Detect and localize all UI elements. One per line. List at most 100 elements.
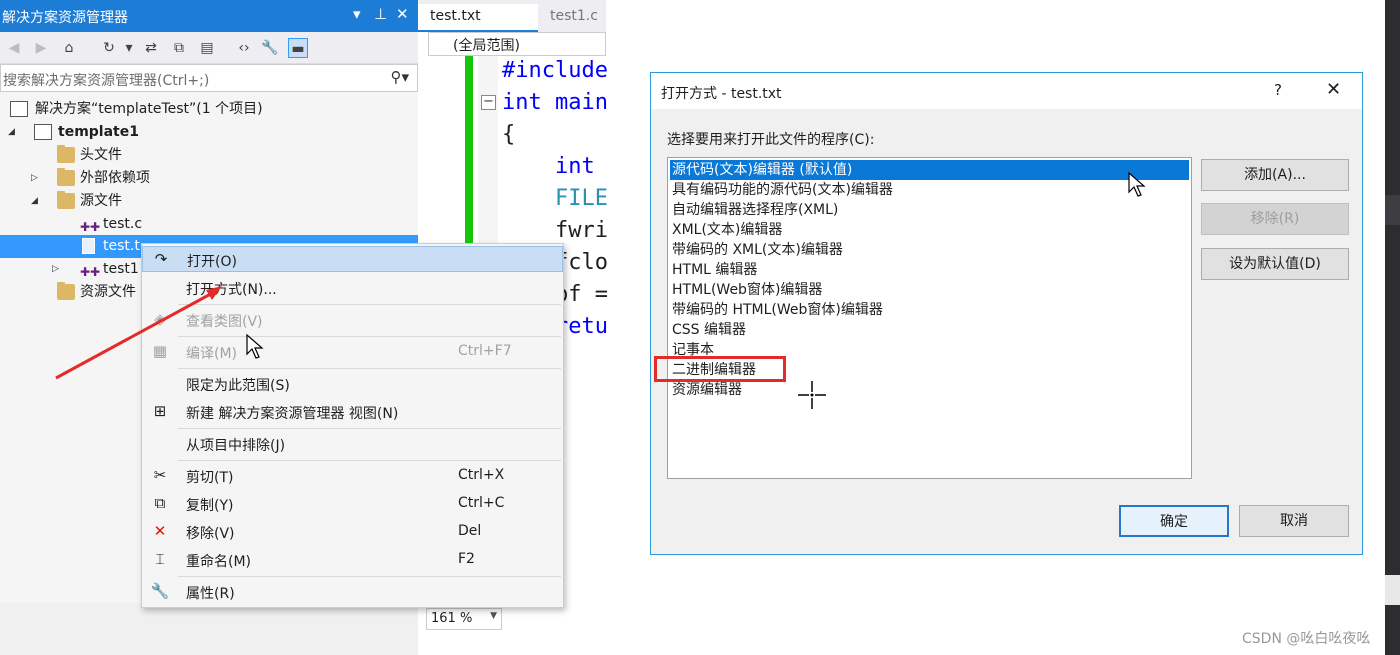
chevron-down-icon[interactable]: ▼	[490, 611, 497, 621]
list-item[interactable]: HTML(Web窗体)编辑器	[670, 280, 1189, 300]
tab-test-txt[interactable]: test.txt	[418, 4, 538, 32]
tree-item-label: test.t	[103, 238, 140, 254]
tree-item-test1[interactable]: ▷ ✚✚ test1	[0, 258, 150, 281]
list-item[interactable]: XML(文本)编辑器	[670, 220, 1189, 240]
help-icon[interactable]: ?	[1274, 81, 1282, 99]
list-item[interactable]: 具有编码功能的源代码(文本)编辑器	[670, 180, 1189, 200]
tree-item-label: 外部依赖项	[80, 170, 150, 186]
list-item[interactable]: 源代码(文本)编辑器 (默认值)	[670, 160, 1189, 180]
list-item[interactable]: 资源编辑器	[670, 380, 1189, 400]
scope-dropdown[interactable]: (全局范围)	[428, 32, 606, 56]
show-all-files-icon[interactable]: ▤	[197, 38, 217, 58]
tree-item-external-deps[interactable]: ▷ 外部依赖项	[0, 167, 418, 190]
list-item[interactable]: HTML 编辑器	[670, 260, 1189, 280]
panel-title: 解决方案资源管理器	[2, 10, 128, 26]
zoom-value: 161 %	[431, 611, 473, 626]
cpp-file-icon: ✚✚	[80, 220, 101, 234]
collapsed-arrow-icon[interactable]: ▷	[52, 258, 64, 281]
background-panel-edge	[1385, 195, 1400, 225]
tree-item-solution[interactable]: 解决方案“templateTest”(1 个项目)	[0, 98, 418, 121]
close-icon[interactable]: ✕	[396, 5, 409, 23]
menu-item-shortcut: F2	[458, 551, 475, 567]
cancel-button[interactable]: 取消	[1239, 505, 1349, 537]
close-icon[interactable]: ✕	[1326, 79, 1341, 100]
list-item[interactable]: 自动编辑器选择程序(XML)	[670, 200, 1189, 220]
tree-item-label: test.c	[103, 216, 143, 232]
home-icon[interactable]: ⌂	[59, 38, 79, 58]
menu-item-rename[interactable]: ⌶ 重命名(M) F2	[142, 547, 563, 573]
search-placeholder: 搜索解决方案资源管理器(Ctrl+;)	[3, 73, 210, 89]
add-button[interactable]: 添加(A)...	[1201, 159, 1349, 191]
code-line: int main	[502, 90, 608, 115]
code-line: int	[555, 154, 595, 179]
folder-icon	[57, 191, 75, 209]
menu-item-shortcut: Ctrl+C	[458, 495, 505, 511]
wrench-icon: 🔧	[150, 582, 170, 600]
tree-item-project[interactable]: ◢ template1	[0, 121, 418, 144]
collapse-region-icon[interactable]: −	[481, 95, 496, 110]
annotation-highlight-box	[654, 356, 786, 382]
remove-button[interactable]: 移除(R)	[1201, 203, 1349, 235]
view-code-icon[interactable]: ‹›	[234, 38, 254, 58]
list-item[interactable]: CSS 编辑器	[670, 320, 1189, 340]
dialog-titlebar: 打开方式 - test.txt ? ✕	[651, 73, 1362, 109]
set-default-button[interactable]: 设为默认值(D)	[1201, 248, 1349, 280]
tree-item-header-files[interactable]: 头文件	[0, 144, 418, 167]
search-icon[interactable]: ⚲▾	[390, 68, 409, 86]
crosshair-cursor-icon	[798, 381, 826, 409]
tree-item-test-txt[interactable]: test.t	[0, 235, 150, 258]
background-window-strip	[1385, 0, 1400, 655]
zoom-combobox[interactable]: 161 % ▼	[426, 608, 502, 630]
collapsed-arrow-icon[interactable]: ▷	[31, 167, 43, 190]
list-item[interactable]: 带编码的 HTML(Web窗体)编辑器	[670, 300, 1189, 320]
pending-changes-icon[interactable]: ↻	[99, 38, 119, 58]
preview-selected-icon[interactable]: ▬	[288, 38, 308, 58]
menu-item-shortcut: Del	[458, 523, 482, 539]
text-file-icon	[82, 238, 95, 254]
expanded-arrow-icon[interactable]: ◢	[31, 190, 43, 213]
menu-item-cut[interactable]: ✂ 剪切(T) Ctrl+X	[142, 463, 563, 489]
program-list-label: 选择要用来打开此文件的程序(C):	[667, 132, 875, 148]
menu-item-properties[interactable]: 🔧 属性(R)	[142, 579, 563, 605]
tree-item-label: test1	[103, 261, 139, 277]
dropdown-icon[interactable]: ▾	[119, 38, 139, 58]
menu-item-label: 复制(Y)	[186, 498, 234, 514]
program-listbox[interactable]: 源代码(文本)编辑器 (默认值) 具有编码功能的源代码(文本)编辑器 自动编辑器…	[667, 157, 1192, 479]
menu-item-shortcut: Ctrl+F7	[458, 343, 512, 359]
properties-icon[interactable]: 🔧	[260, 38, 280, 58]
menu-item-new-explorer-view[interactable]: ⊞ 新建 解决方案资源管理器 视图(N)	[142, 399, 563, 425]
tab-test1-c[interactable]: test1.c	[538, 4, 606, 32]
menu-item-label: 属性(R)	[186, 586, 235, 602]
menu-item-label: 重命名(M)	[186, 554, 252, 570]
menu-item-open[interactable]: ↷ 打开(O)	[142, 246, 563, 272]
tree-item-test-c[interactable]: ✚✚ test.c	[0, 213, 418, 236]
tree-item-source-files[interactable]: ◢ 源文件	[0, 190, 418, 213]
panel-dropdown-icon[interactable]: ▾	[353, 5, 361, 23]
mouse-cursor-icon	[1128, 172, 1146, 197]
copy-icon: ⧉	[154, 494, 166, 512]
menu-item-exclude-from-project[interactable]: 从项目中排除(J)	[142, 431, 563, 457]
remove-icon: ✕	[153, 522, 167, 540]
list-item[interactable]: 带编码的 XML(文本)编辑器	[670, 240, 1189, 260]
forward-icon[interactable]: ▶	[31, 38, 51, 58]
menu-item-copy[interactable]: ⧉ 复制(Y) Ctrl+C	[142, 491, 563, 517]
back-icon[interactable]: ◀	[4, 38, 24, 58]
menu-separator	[178, 336, 561, 337]
solution-explorer-titlebar: 解决方案资源管理器 ▾ ⊥ ✕	[0, 0, 418, 32]
collapse-all-icon[interactable]: ⧉	[169, 38, 189, 58]
annotation-arrow	[55, 286, 222, 380]
solution-search-input[interactable]: 搜索解决方案资源管理器(Ctrl+;) ⚲▾	[0, 64, 418, 92]
menu-item-remove[interactable]: ✕ 移除(V) Del	[142, 519, 563, 545]
expanded-arrow-icon[interactable]: ◢	[8, 121, 20, 144]
menu-separator	[178, 460, 561, 461]
new-view-icon: ⊞	[153, 402, 167, 420]
sync-icon[interactable]: ⇄	[141, 38, 161, 58]
menu-item-label: 剪切(T)	[186, 470, 234, 486]
tree-item-label: template1	[58, 124, 139, 140]
solution-explorer-footer	[0, 603, 418, 655]
cpp-file-icon: ✚✚	[80, 265, 101, 279]
menu-item-shortcut: Ctrl+X	[458, 467, 505, 483]
background-panel-edge	[1385, 575, 1400, 605]
ok-button[interactable]: 确定	[1119, 505, 1229, 537]
pin-icon[interactable]: ⊥	[374, 5, 387, 23]
